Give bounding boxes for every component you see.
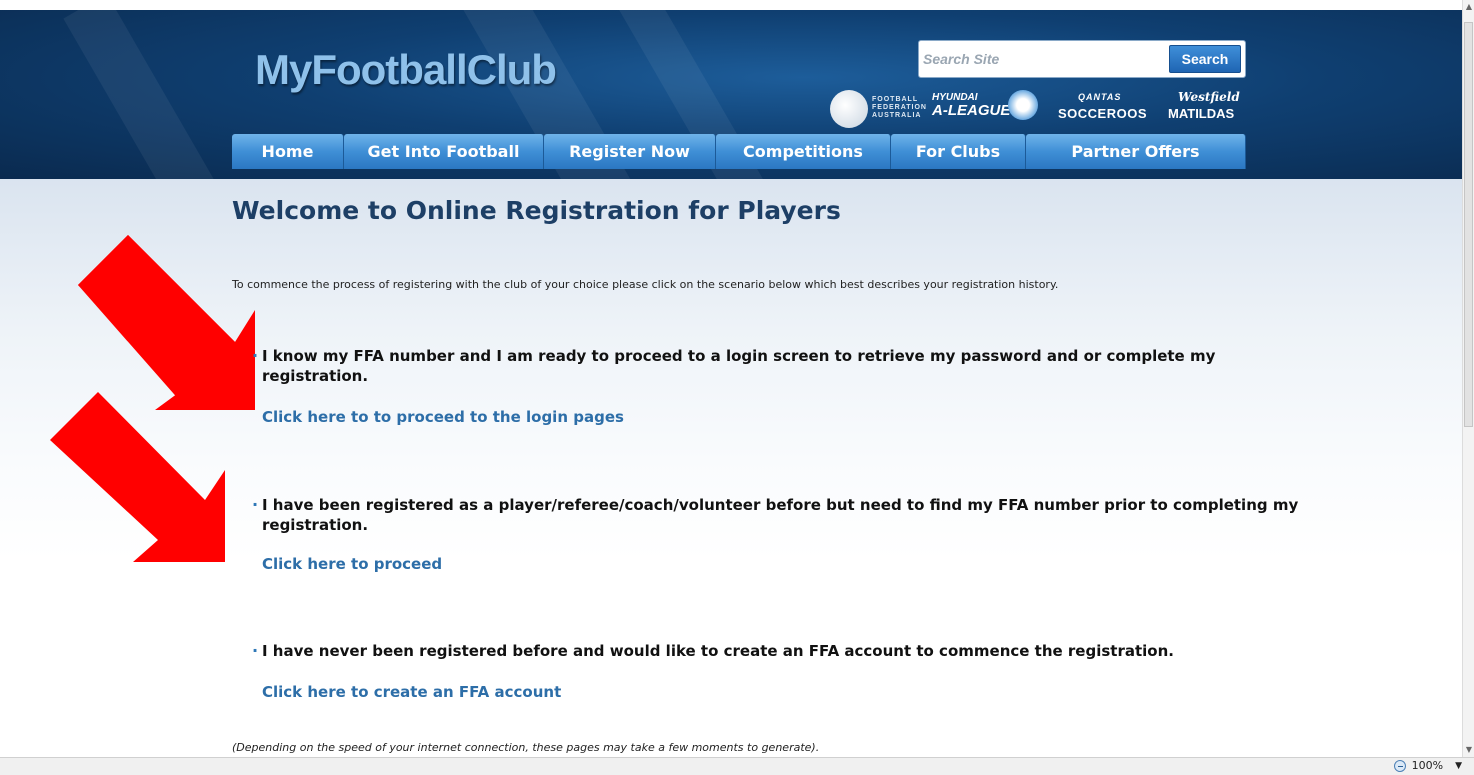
- matildas-sponsor-text: Westfield: [1178, 90, 1240, 104]
- aleague-text: A-LEAGUE: [932, 102, 1011, 119]
- create-ffa-account-link[interactable]: Click here to create an FFA account: [262, 683, 561, 701]
- footnote-text: (Depending on the speed of your internet…: [232, 741, 820, 754]
- zoom-level: 100%: [1411, 759, 1444, 772]
- socceroos-text: SOCCEROOS: [1058, 106, 1148, 121]
- aleague-logo[interactable]: HYUNDAI A-LEAGUE: [928, 90, 1048, 130]
- nav-item-partner-offers[interactable]: Partner Offers: [1026, 134, 1246, 169]
- proceed-link[interactable]: Click here to proceed: [262, 555, 442, 573]
- nav-item-competitions[interactable]: Competitions: [716, 134, 891, 169]
- aleague-star-icon: [1008, 90, 1038, 120]
- top-strip: [0, 0, 1462, 10]
- scenario-text: I know my FFA number and I am ready to p…: [262, 347, 1216, 385]
- browser-status-bar: 100% ▼: [0, 757, 1474, 775]
- bullet-icon: ·: [252, 495, 259, 514]
- ffa-logo-text: FOOTBALL FEDERATION AUSTRALIA: [872, 96, 927, 119]
- main-nav: Home Get Into Football Register Now Comp…: [232, 134, 1246, 169]
- nav-item-get-into-football[interactable]: Get Into Football: [344, 134, 544, 169]
- bullet-icon: ·: [252, 346, 259, 365]
- login-pages-link[interactable]: Click here to to proceed to the login pa…: [262, 408, 624, 426]
- search-input[interactable]: [923, 45, 1163, 73]
- browser-viewport: MyFootballClub Search FOOTBALL FEDERATIO…: [0, 0, 1462, 757]
- zoom-icon: [1393, 759, 1406, 772]
- page-title: Welcome to Online Registration for Playe…: [232, 196, 841, 225]
- vertical-scrollbar[interactable]: ▲ ▼: [1462, 0, 1474, 757]
- red-arrow-1: [78, 235, 255, 410]
- search-button[interactable]: Search: [1169, 45, 1241, 73]
- site-header: MyFootballClub Search FOOTBALL FEDERATIO…: [0, 10, 1462, 179]
- bullet-icon: ·: [252, 641, 259, 660]
- socceroos-sponsor-text: QANTAS: [1078, 92, 1122, 102]
- scrollbar-thumb[interactable]: [1464, 22, 1473, 427]
- header-decoration: [63, 10, 227, 179]
- red-arrow-2: [50, 392, 225, 562]
- nav-item-home[interactable]: Home: [232, 134, 344, 169]
- scenario-text: I have never been registered before and …: [262, 642, 1174, 660]
- ffa-logo[interactable]: FOOTBALL FEDERATION AUSTRALIA: [800, 90, 926, 130]
- scenario-text: I have been registered as a player/refer…: [262, 496, 1299, 534]
- matildas-text: MATILDAS: [1168, 106, 1235, 121]
- red-arrow-2-shape: [50, 392, 225, 562]
- site-logo[interactable]: MyFootballClub: [255, 46, 557, 94]
- nav-item-register-now[interactable]: Register Now: [544, 134, 716, 169]
- scroll-down-icon[interactable]: ▼: [1465, 745, 1473, 755]
- scroll-up-icon[interactable]: ▲: [1465, 2, 1473, 12]
- chevron-down-icon[interactable]: ▼: [1455, 761, 1462, 771]
- zoom-control[interactable]: 100% ▼: [1393, 759, 1462, 772]
- search-box: Search: [918, 40, 1246, 78]
- ffa-emblem-icon: [830, 90, 868, 128]
- intro-text: To commence the process of registering w…: [232, 278, 1059, 291]
- nav-item-for-clubs[interactable]: For Clubs: [891, 134, 1026, 169]
